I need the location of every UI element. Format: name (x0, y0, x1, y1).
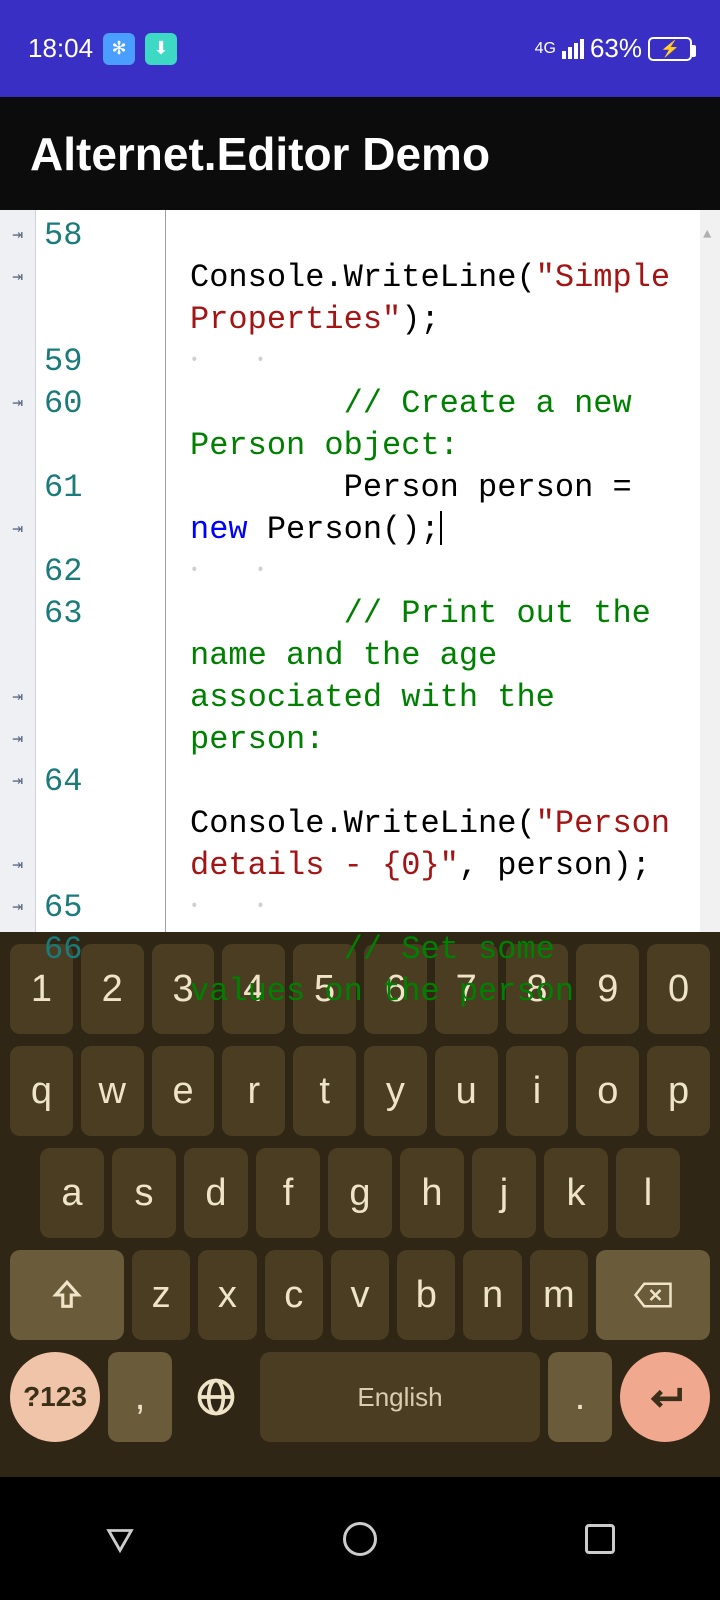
nav-home[interactable] (340, 1519, 380, 1559)
symbols-key[interactable]: ?123 (10, 1352, 100, 1442)
vertical-scrollbar[interactable]: ▲ (700, 210, 720, 932)
line-number: 62 (44, 551, 165, 593)
nav-recents-icon (585, 1524, 615, 1554)
key-letter-d[interactable]: d (184, 1148, 248, 1238)
line-number: 59 (44, 341, 165, 383)
signal-icon (562, 39, 584, 59)
battery-pct: 63% (590, 33, 642, 64)
shift-key[interactable] (10, 1250, 124, 1340)
nav-back-icon (103, 1522, 137, 1556)
key-letter-f[interactable]: f (256, 1148, 320, 1238)
key-letter-k[interactable]: k (544, 1148, 608, 1238)
app-bar: Alternet.Editor Demo (0, 97, 720, 210)
key-letter-e[interactable]: e (152, 1046, 215, 1136)
fold-handle-icon[interactable]: ⇥ (0, 677, 35, 719)
nav-back[interactable] (100, 1519, 140, 1559)
space-key[interactable]: English (260, 1352, 540, 1442)
fold-gutter[interactable]: ⇥⇥⇥⇥⇥⇥⇥⇥⇥ (0, 210, 36, 932)
enter-icon (643, 1375, 687, 1419)
fold-handle-icon[interactable]: ⇥ (0, 509, 35, 551)
line-number: 58 (44, 215, 165, 257)
code-line[interactable]: // Create a new Person object: (190, 383, 688, 467)
globe-icon (194, 1375, 238, 1419)
key-letter-s[interactable]: s (112, 1148, 176, 1238)
app-title: Alternet.Editor Demo (30, 127, 490, 181)
status-bar: 18:04 ✻ ⬇ 4G 63% ⚡ (0, 0, 720, 97)
key-letter-g[interactable]: g (328, 1148, 392, 1238)
kb-row-asdf: asdfghjkl (10, 1148, 710, 1238)
network-type: 4G (535, 40, 556, 58)
code-line[interactable]: Console.WriteLine("Simple Properties"); (190, 215, 688, 341)
code-line[interactable]: ⸱ ⸱ (190, 341, 688, 383)
key-letter-x[interactable]: x (198, 1250, 256, 1340)
android-nav-bar (0, 1477, 720, 1600)
code-line[interactable]: ⸱ ⸱ (190, 551, 688, 593)
shift-icon (50, 1278, 84, 1312)
line-number: 61 (44, 467, 165, 509)
key-letter-b[interactable]: b (397, 1250, 455, 1340)
key-letter-c[interactable]: c (265, 1250, 323, 1340)
code-line[interactable]: ⸱ ⸱ (190, 887, 688, 929)
key-letter-u[interactable]: u (435, 1046, 498, 1136)
code-editor[interactable]: ⇥⇥⇥⇥⇥⇥⇥⇥⇥ 585960616263646566 Console.Wri… (0, 210, 720, 932)
backspace-key[interactable] (596, 1250, 710, 1340)
key-letter-a[interactable]: a (40, 1148, 104, 1238)
status-icon-2: ⬇ (145, 33, 177, 65)
line-number: 64 (44, 761, 165, 803)
key-letter-z[interactable]: z (132, 1250, 190, 1340)
line-number: 66 (44, 929, 165, 971)
nav-home-icon (343, 1522, 377, 1556)
kb-row-zxcv: zxcvbnm (10, 1250, 710, 1340)
fold-handle-icon[interactable]: ⇥ (0, 257, 35, 299)
backspace-icon (633, 1280, 673, 1310)
code-line[interactable]: // Print out the name and the age associ… (190, 593, 688, 761)
comma-key[interactable]: , (108, 1352, 172, 1442)
fold-handle-icon[interactable]: ⇥ (0, 215, 35, 257)
soft-keyboard: 1234567890 qwertyuiop asdfghjkl zxcvbnm … (0, 932, 720, 1477)
key-letter-l[interactable]: l (616, 1148, 680, 1238)
key-letter-y[interactable]: y (364, 1046, 427, 1136)
key-letter-h[interactable]: h (400, 1148, 464, 1238)
kb-row-qwerty: qwertyuiop (10, 1046, 710, 1136)
line-number-gutter: 585960616263646566 (36, 210, 166, 932)
globe-key[interactable] (180, 1352, 252, 1442)
key-letter-v[interactable]: v (331, 1250, 389, 1340)
fold-handle-icon[interactable]: ⇥ (0, 719, 35, 761)
status-right: 4G 63% ⚡ (535, 33, 692, 64)
fold-handle-icon[interactable]: ⇥ (0, 761, 35, 803)
enter-key[interactable] (620, 1352, 710, 1442)
nav-recents[interactable] (580, 1519, 620, 1559)
fold-handle-icon[interactable]: ⇥ (0, 887, 35, 929)
key-letter-t[interactable]: t (293, 1046, 356, 1136)
line-number: 60 (44, 383, 165, 425)
code-line[interactable]: Person person = new Person(); (190, 467, 688, 551)
battery-icon: ⚡ (648, 37, 692, 61)
code-line[interactable]: Console.WriteLine("Person details - {0}"… (190, 761, 688, 887)
kb-row-bottom: ?123 , English . (10, 1352, 710, 1442)
status-left: 18:04 ✻ ⬇ (28, 33, 177, 65)
key-letter-j[interactable]: j (472, 1148, 536, 1238)
line-number: 65 (44, 887, 165, 929)
key-letter-p[interactable]: p (647, 1046, 710, 1136)
key-letter-o[interactable]: o (576, 1046, 639, 1136)
clock: 18:04 (28, 33, 93, 64)
fold-handle-icon[interactable]: ⇥ (0, 383, 35, 425)
status-icon-1: ✻ (103, 33, 135, 65)
key-letter-r[interactable]: r (222, 1046, 285, 1136)
period-key[interactable]: . (548, 1352, 612, 1442)
line-number: 63 (44, 593, 165, 635)
key-letter-i[interactable]: i (506, 1046, 569, 1136)
key-letter-m[interactable]: m (530, 1250, 588, 1340)
fold-handle-icon[interactable]: ⇥ (0, 845, 35, 887)
key-letter-n[interactable]: n (463, 1250, 521, 1340)
code-area[interactable]: Console.WriteLine("Simple Properties");⸱… (166, 210, 700, 932)
scroll-up-icon[interactable]: ▲ (703, 214, 711, 256)
code-line[interactable]: // Set some values on the person (190, 929, 688, 1013)
key-letter-q[interactable]: q (10, 1046, 73, 1136)
key-letter-w[interactable]: w (81, 1046, 144, 1136)
